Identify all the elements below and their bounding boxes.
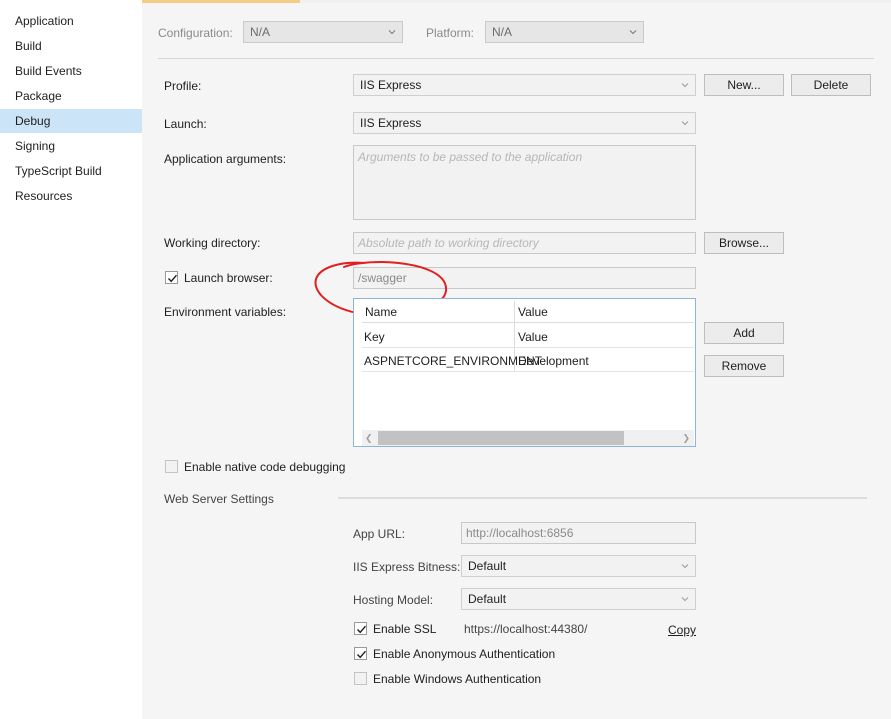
- debug-settings-panel: Configuration: N/A Platform: N/A Profile…: [142, 3, 891, 719]
- new-profile-button[interactable]: New...: [704, 74, 784, 96]
- launch-value: IIS Express: [360, 116, 422, 130]
- configuration-label: Configuration:: [158, 26, 233, 40]
- profile-label: Profile:: [164, 79, 202, 93]
- configuration-dropdown[interactable]: N/A: [243, 21, 403, 43]
- chevron-down-icon: [681, 564, 689, 569]
- platform-label: Platform:: [426, 26, 475, 40]
- configuration-bar: Configuration: N/A Platform: N/A: [142, 3, 891, 60]
- launch-label: Launch:: [164, 117, 207, 131]
- delete-profile-button[interactable]: Delete: [791, 74, 871, 96]
- ssl-url-text: https://localhost:44380/: [464, 622, 588, 636]
- native-debugging-label: Enable native code debugging: [184, 460, 346, 474]
- windows-auth-checkbox[interactable]: [354, 672, 367, 685]
- launch-browser-label: Launch browser:: [184, 271, 273, 285]
- chevron-down-icon: [388, 30, 396, 35]
- grid-header-name[interactable]: Name: [365, 305, 397, 319]
- sidebar-item-application[interactable]: Application: [0, 9, 142, 33]
- sidebar-item-typescript-build[interactable]: TypeScript Build: [0, 159, 142, 183]
- grid-cell-value[interactable]: Value: [518, 330, 548, 344]
- hosting-model-dropdown[interactable]: Default: [461, 588, 696, 610]
- horizontal-scrollbar[interactable]: ❮ ❯: [362, 430, 694, 446]
- app-arguments-input[interactable]: Arguments to be passed to the applicatio…: [353, 145, 696, 220]
- iis-bitness-label: IIS Express Bitness:: [353, 560, 461, 574]
- app-url-label: App URL:: [353, 527, 406, 541]
- checkmark-icon: [356, 625, 367, 634]
- copy-ssl-url-link[interactable]: Copy: [668, 623, 696, 637]
- web-server-settings-title: Web Server Settings: [164, 492, 274, 506]
- platform-value: N/A: [492, 25, 513, 39]
- chevron-down-icon: [681, 83, 689, 88]
- checkmark-icon: [167, 274, 178, 283]
- grid-row-divider: [362, 371, 694, 372]
- browse-button[interactable]: Browse...: [704, 232, 784, 254]
- grid-header: Name Value: [362, 301, 694, 323]
- checkmark-icon: [356, 650, 367, 659]
- configuration-value: N/A: [250, 25, 271, 39]
- scrollbar-thumb[interactable]: [378, 431, 624, 445]
- sidebar-item-build-events[interactable]: Build Events: [0, 59, 142, 83]
- hosting-model-value: Default: [468, 592, 507, 606]
- iis-bitness-value: Default: [468, 559, 507, 573]
- chevron-down-icon: [681, 121, 689, 126]
- hosting-model-label: Hosting Model:: [353, 593, 434, 607]
- grid-row-divider: [362, 347, 694, 348]
- add-env-var-button[interactable]: Add: [704, 322, 784, 344]
- sidebar-item-build[interactable]: Build: [0, 34, 142, 58]
- enable-ssl-checkbox[interactable]: [354, 622, 367, 635]
- enable-ssl-label: Enable SSL: [373, 622, 437, 636]
- app-arguments-label: Application arguments:: [164, 152, 287, 166]
- config-divider: [158, 58, 874, 59]
- anonymous-auth-checkbox[interactable]: [354, 647, 367, 660]
- environment-variables-grid[interactable]: Name Value Key Value ASPNETCORE_ENVIRONM…: [353, 298, 696, 447]
- scroll-left-icon[interactable]: ❮: [365, 433, 373, 444]
- profile-value: IIS Express: [360, 78, 422, 92]
- windows-auth-label: Enable Windows Authentication: [373, 672, 542, 686]
- grid-cell-name[interactable]: Key: [364, 330, 385, 344]
- anonymous-auth-label: Enable Anonymous Authentication: [373, 647, 556, 661]
- profile-dropdown[interactable]: IIS Express: [353, 74, 696, 96]
- launch-dropdown[interactable]: IIS Express: [353, 112, 696, 134]
- sidebar-item-package[interactable]: Package: [0, 84, 142, 108]
- working-directory-label: Working directory:: [164, 236, 261, 250]
- remove-env-var-button[interactable]: Remove: [704, 355, 784, 377]
- sidebar: Application Build Build Events Package D…: [0, 0, 150, 719]
- sidebar-item-resources[interactable]: Resources: [0, 184, 142, 208]
- launch-browser-checkbox[interactable]: [165, 271, 178, 284]
- platform-dropdown[interactable]: N/A: [485, 21, 644, 43]
- grid-header-value[interactable]: Value: [518, 305, 548, 319]
- native-debugging-checkbox[interactable]: [165, 460, 178, 473]
- app-url-input[interactable]: http://localhost:6856: [461, 522, 696, 544]
- scroll-right-icon[interactable]: ❯: [682, 433, 690, 444]
- sidebar-item-debug[interactable]: Debug: [0, 109, 150, 133]
- sidebar-item-signing[interactable]: Signing: [0, 134, 142, 158]
- grid-cell-value[interactable]: Development: [518, 354, 589, 368]
- working-directory-input[interactable]: Absolute path to working directory: [353, 232, 696, 254]
- environment-variables-label: Environment variables:: [164, 305, 287, 319]
- iis-bitness-dropdown[interactable]: Default: [461, 555, 696, 577]
- chevron-down-icon: [629, 30, 637, 35]
- web-server-divider: [338, 497, 867, 499]
- chevron-down-icon: [681, 597, 689, 602]
- grid-cell-name[interactable]: ASPNETCORE_ENVIRONMENT: [364, 354, 542, 368]
